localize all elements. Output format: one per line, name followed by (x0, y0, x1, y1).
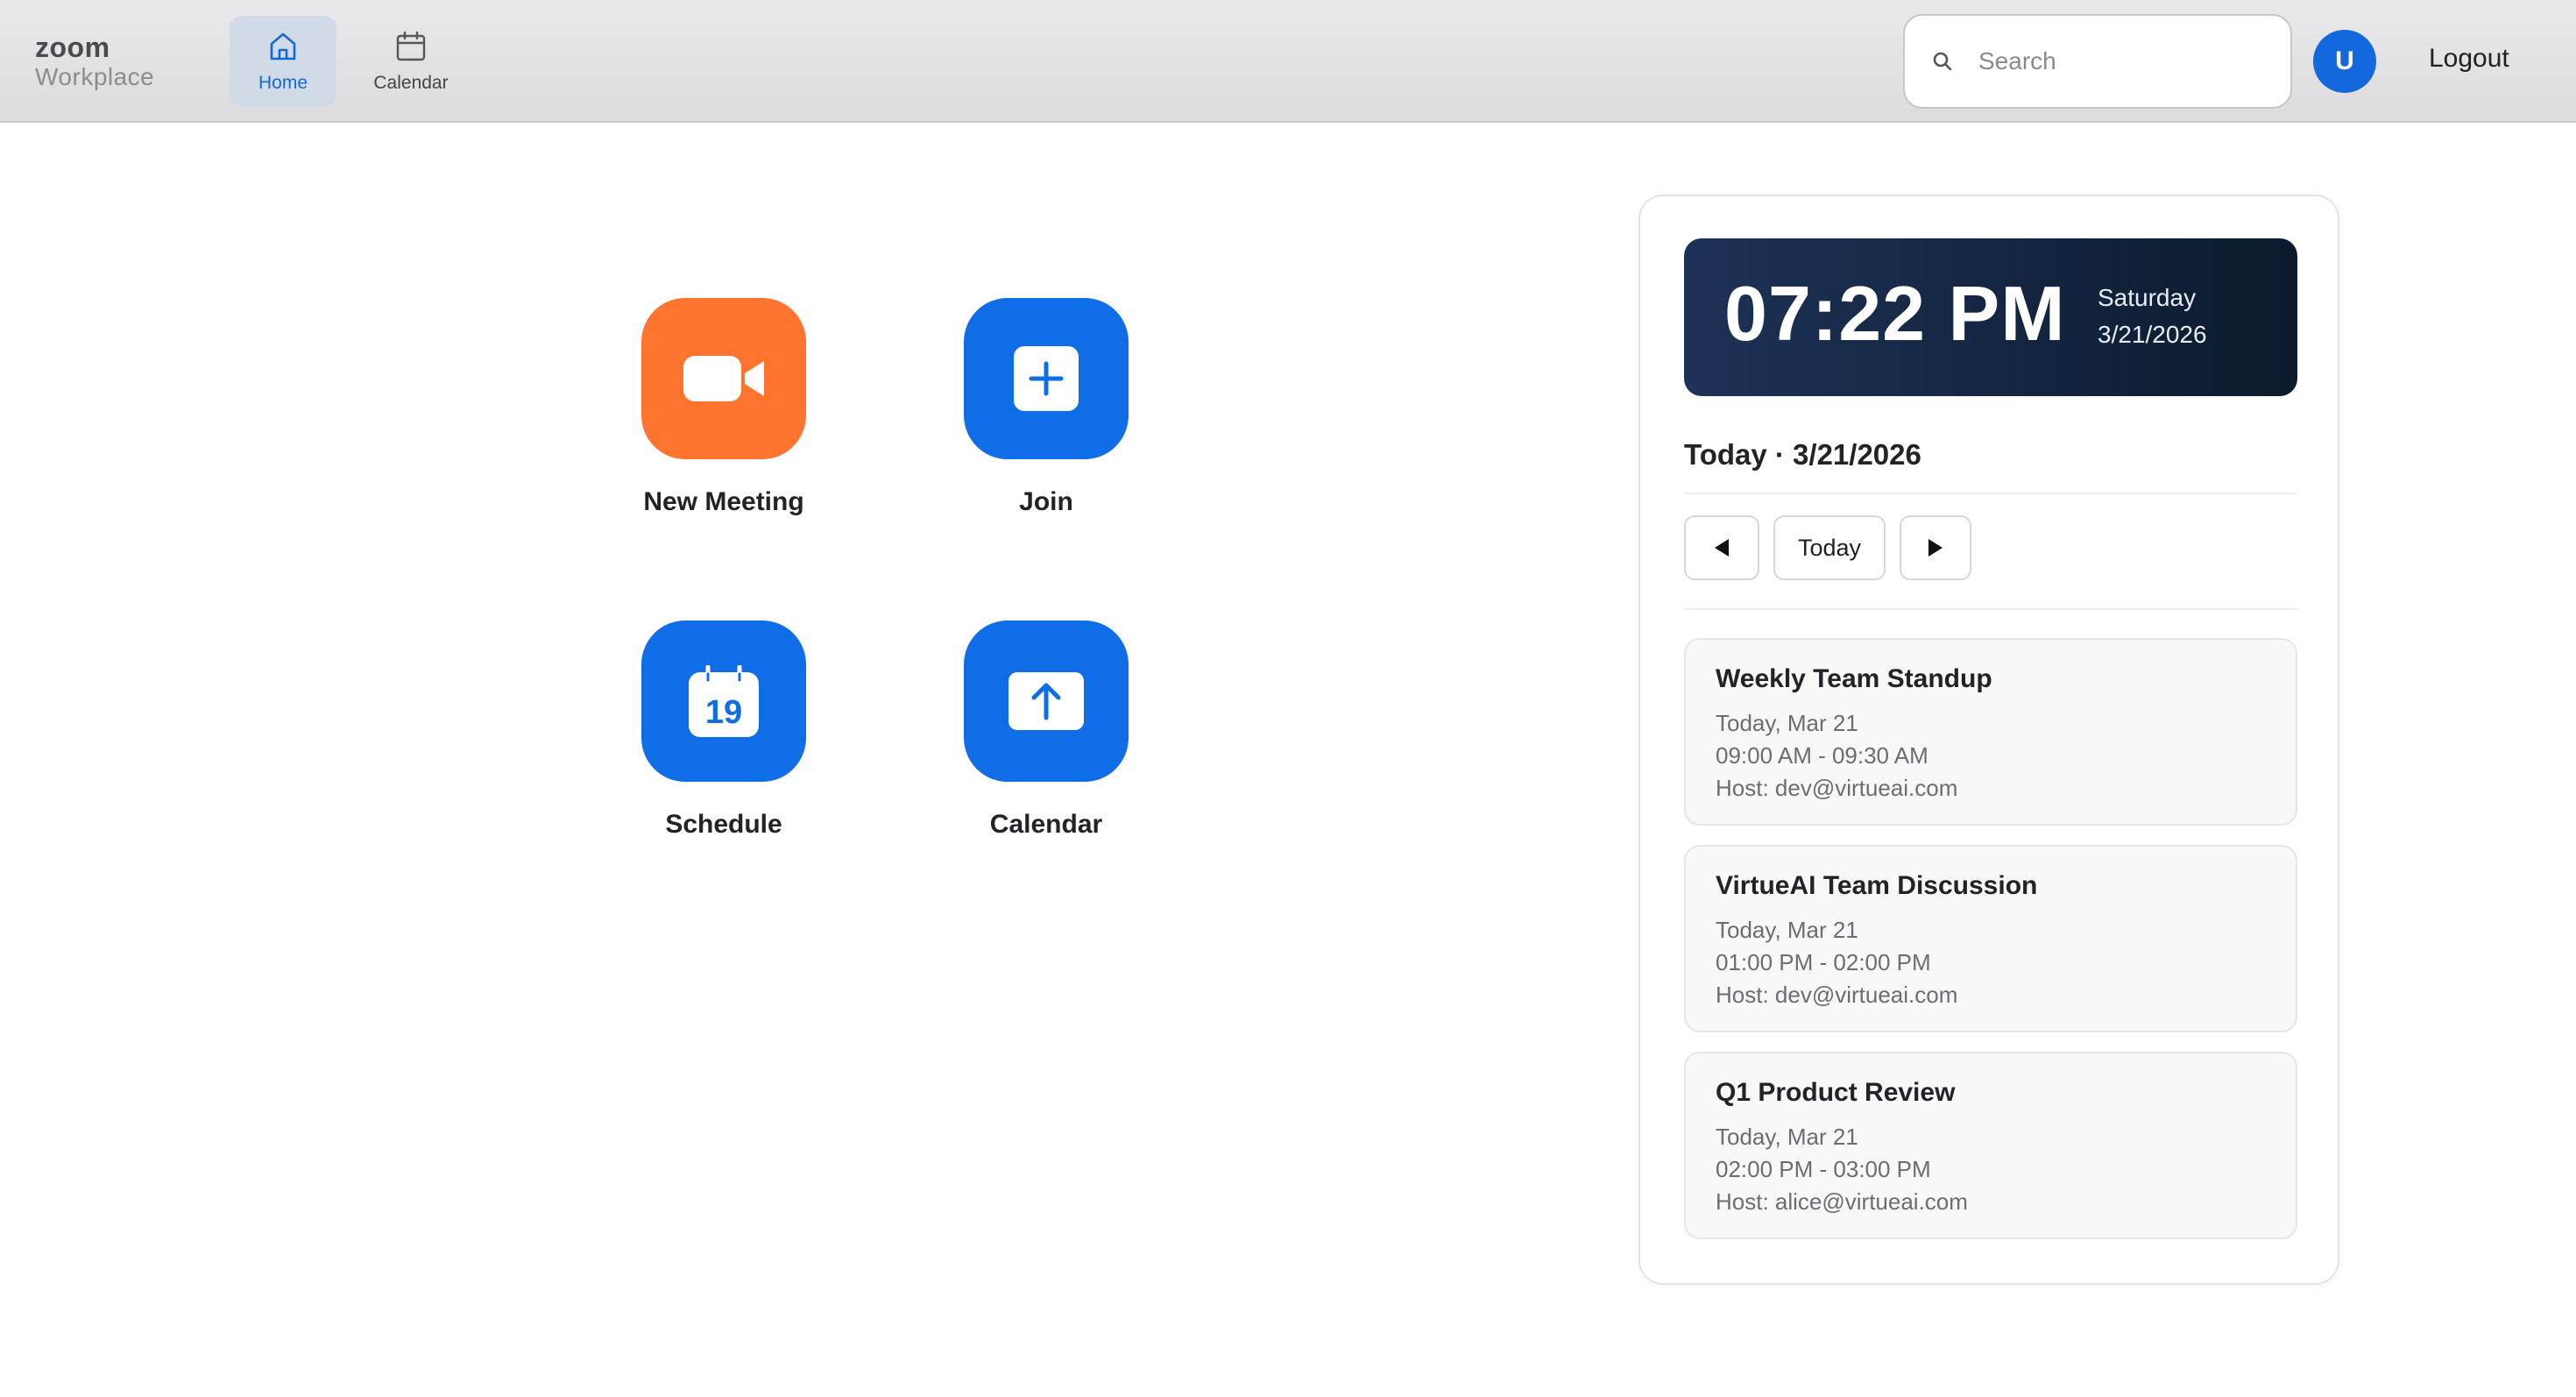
nav-tab-home-label: Home (258, 73, 308, 93)
meeting-card[interactable]: VirtueAI Team Discussion Today, Mar 21 0… (1684, 845, 2297, 1032)
join-label: Join (1019, 487, 1073, 516)
video-camera-icon (683, 356, 764, 401)
meeting-title: Weekly Team Standup (1716, 664, 1992, 693)
next-day-button[interactable] (1900, 515, 1971, 580)
meeting-title: Q1 Product Review (1716, 1078, 1956, 1107)
divider (1684, 493, 2297, 494)
avatar[interactable]: U (2313, 30, 2376, 93)
search-icon (1933, 52, 1952, 71)
clock-date: 3/21/2026 (2098, 321, 2207, 348)
search-box[interactable] (1903, 14, 2292, 109)
new-meeting-label: New Meeting (643, 487, 804, 516)
meeting-time: 09:00 AM - 09:30 AM (1716, 742, 1928, 769)
meeting-card[interactable]: Weekly Team Standup Today, Mar 21 09:00 … (1684, 638, 2297, 826)
today-button[interactable]: Today (1773, 515, 1886, 580)
meeting-time: 01:00 PM - 02:00 PM (1716, 949, 1931, 975)
calendar-icon (396, 31, 426, 61)
top-bar: zoom Workplace Home Calendar U Logout (0, 0, 2576, 123)
schedule-tile[interactable]: 19 Schedule (610, 620, 838, 840)
clock-day: Saturday (2098, 284, 2197, 311)
meeting-host: Host: alice@virtueai.com (1716, 1188, 1968, 1215)
today-heading: Today · 3/21/2026 (1684, 438, 1921, 471)
brand-name: zoom (35, 32, 110, 63)
caret-left-icon (1715, 539, 1729, 557)
meeting-date: Today, Mar 21 (1716, 1124, 1858, 1150)
caret-right-icon (1928, 539, 1943, 557)
calendar-day-number: 19 (705, 694, 742, 731)
logout-button[interactable]: Logout (2429, 44, 2509, 74)
previous-day-button[interactable] (1684, 515, 1759, 580)
meeting-date: Today, Mar 21 (1716, 710, 1858, 736)
schedule-label: Schedule (665, 810, 782, 839)
calendar-tile[interactable]: Calendar (932, 620, 1160, 840)
app-logo: zoom Workplace (35, 33, 154, 89)
meeting-host: Host: dev@virtueai.com (1716, 982, 1958, 1008)
nav-tab-calendar[interactable]: Calendar (357, 16, 464, 107)
new-meeting-button[interactable] (641, 298, 806, 459)
search-input[interactable] (1977, 46, 2278, 76)
calendar-label: Calendar (989, 810, 1103, 839)
calendar-day-icon: 19 (689, 665, 759, 737)
clock-time: 07:22 PM (1724, 270, 2066, 357)
new-meeting-tile[interactable]: New Meeting (610, 298, 838, 517)
meeting-date: Today, Mar 21 (1716, 917, 1858, 943)
clock-card: 07:22 PM Saturday 3/21/2026 (1684, 238, 2297, 396)
schedule-panel: 07:22 PM Saturday 3/21/2026 Today · 3/21… (1638, 195, 2339, 1285)
divider (1684, 608, 2297, 610)
upload-arrow-icon (1008, 672, 1084, 730)
meeting-host: Host: dev@virtueai.com (1716, 775, 1958, 801)
join-tile[interactable]: Join (932, 298, 1160, 517)
schedule-button[interactable]: 19 (641, 620, 806, 782)
nav-tab-calendar-label: Calendar (373, 73, 449, 93)
nav-tab-home[interactable]: Home (230, 16, 336, 107)
home-icon (270, 32, 296, 60)
meeting-card[interactable]: Q1 Product Review Today, Mar 21 02:00 PM… (1684, 1052, 2297, 1239)
meeting-title: VirtueAI Team Discussion (1716, 871, 2038, 900)
join-button[interactable] (964, 298, 1129, 459)
brand-subtitle: Workplace (35, 63, 155, 90)
calendar-button[interactable] (964, 620, 1129, 782)
plus-icon (1014, 346, 1079, 411)
meeting-time: 02:00 PM - 03:00 PM (1716, 1156, 1931, 1182)
